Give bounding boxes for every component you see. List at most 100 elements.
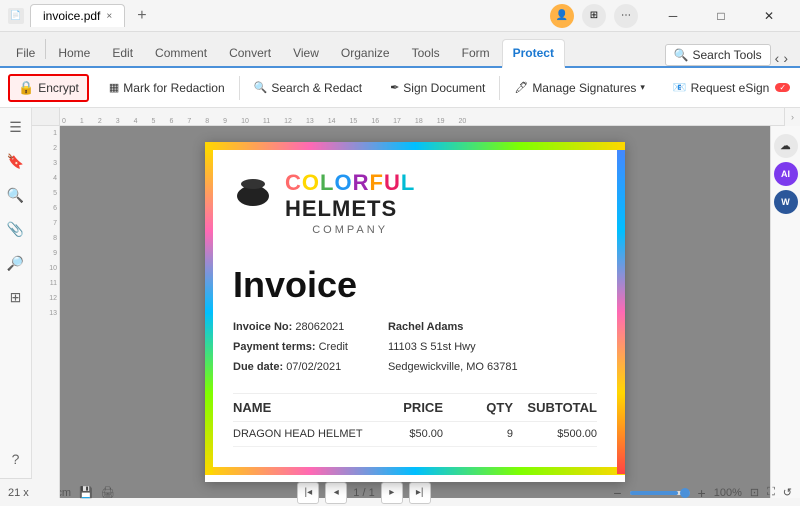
tab-protect[interactable]: Protect — [502, 39, 565, 68]
zoom-track — [630, 491, 690, 495]
save-icon[interactable]: 💾 — [79, 486, 93, 499]
table-header: NAME PRICE QTY SUBTOTAL — [233, 393, 597, 422]
rotate-icon[interactable]: ↺ — [783, 486, 792, 499]
tab-close-button[interactable]: × — [106, 11, 112, 22]
encrypt-group: 🔒 Encrypt — [8, 74, 89, 102]
prev-page-button[interactable]: ◂ — [325, 482, 347, 504]
encrypt-button[interactable]: 🔒 Encrypt — [8, 74, 89, 102]
grid-icon[interactable]: ⊞ — [582, 4, 606, 28]
tab-edit[interactable]: Edit — [102, 40, 143, 66]
ai-assistant-icon[interactable]: AI — [774, 162, 798, 186]
zoom-in-icon[interactable]: + — [698, 485, 706, 501]
tab-title: invoice.pdf — [43, 9, 100, 23]
pdf-content: COLORFUL HELMETS COMPANY Invoice Invoic — [221, 150, 609, 455]
scroll-right-arrow[interactable]: › — [784, 108, 800, 126]
close-button[interactable]: ✕ — [746, 0, 792, 32]
profile-icon[interactable]: 👤 — [550, 4, 574, 28]
ruler-mark: 0 — [62, 118, 66, 125]
company-name: COLORFUL HELMETS COMPANY — [285, 170, 415, 236]
zoom-thumb[interactable] — [680, 488, 690, 498]
dropdown-arrow-icon: ▾ — [640, 82, 645, 93]
search-tools-button[interactable]: 🔍 Search Tools — [665, 44, 771, 66]
pdf-page: COLORFUL HELMETS COMPANY Invoice Invoic — [205, 142, 625, 482]
last-page-button[interactable]: ▸| — [409, 482, 431, 504]
company-logo — [233, 174, 273, 216]
protect-toolbar: 🔒 Encrypt ▦ Mark for Redaction 🔍 Search … — [0, 68, 800, 108]
search-redact-button[interactable]: 🔍 Search & Redact — [246, 77, 370, 99]
ruler-mark: 2 — [98, 118, 102, 125]
left-sidebar: ☰ 🔖 🔍 📎 🔎 ⊞ ? — [0, 108, 32, 478]
tab-form[interactable]: Form — [452, 40, 500, 66]
horizontal-ruler: 0 1 2 3 4 5 6 7 8 9 10 11 12 13 14 15 16 — [60, 108, 784, 126]
ruler-mark: 17 — [393, 118, 401, 125]
table-row: DRAGON HEAD HELMET $50.00 9 $500.00 — [233, 422, 597, 447]
item-price: $50.00 — [373, 428, 443, 440]
settings-icon[interactable]: ⋯ — [614, 4, 638, 28]
print-icon[interactable]: 🖨 — [101, 486, 115, 499]
sidebar-icon-layers[interactable]: ⊞ — [5, 286, 27, 308]
redact-icon: ▦ — [109, 81, 119, 94]
nav-forward-button[interactable]: › — [783, 50, 788, 66]
tab-organize[interactable]: Organize — [331, 40, 400, 66]
vruler-mark: 5 — [53, 190, 57, 197]
next-page-button[interactable]: ▸ — [381, 482, 403, 504]
colorful-text: COLORFUL — [285, 170, 415, 196]
invoice-details: Invoice No: 28062021 Payment terms: Cred… — [233, 318, 597, 377]
ruler-mark: 11 — [263, 118, 270, 125]
toolbar-separator-2 — [239, 76, 240, 100]
customer-address1: 11103 S 51st Hwy — [388, 338, 518, 358]
fullscreen-icon[interactable]: ⛶ — [767, 486, 775, 499]
vruler-mark: 9 — [53, 250, 57, 257]
helmet-icon — [233, 174, 273, 210]
ruler-mark: 4 — [134, 118, 138, 125]
zoom-slider[interactable] — [630, 491, 690, 495]
ruler-mark: 7 — [187, 118, 191, 125]
company-text: COMPANY — [285, 224, 415, 236]
vruler-mark: 11 — [50, 280, 57, 287]
ruler-mark: 19 — [437, 118, 445, 125]
sidebar-icon-find[interactable]: 🔎 — [5, 252, 27, 274]
word-export-icon[interactable]: W — [774, 190, 798, 214]
pdf-right-border — [617, 150, 625, 474]
maximize-button[interactable]: □ — [698, 0, 744, 32]
new-tab-button[interactable]: + — [131, 5, 152, 27]
fit-page-icon[interactable]: ⊡ — [750, 486, 759, 499]
esign-group: 📧 Request eSign ✓ — [665, 77, 798, 99]
sidebar-icon-menu[interactable]: ☰ — [5, 116, 27, 138]
nav-back-button[interactable]: ‹ — [775, 50, 780, 66]
col-qty: QTY — [443, 400, 513, 415]
sidebar-icon-search[interactable]: 🔍 — [5, 184, 27, 206]
ruler-mark: 18 — [415, 118, 423, 125]
ruler-mark: 1 — [80, 118, 84, 125]
sidebar-icon-attachments[interactable]: 📎 — [5, 218, 27, 240]
sidebar-icon-help[interactable]: ? — [5, 448, 27, 470]
sidebar-icon-bookmark[interactable]: 🔖 — [5, 150, 27, 172]
sign-document-button[interactable]: ✒ Sign Document — [382, 77, 493, 99]
search-redact-icon: 🔍 — [254, 81, 268, 94]
ruler-mark: 14 — [328, 118, 336, 125]
tab-convert[interactable]: Convert — [219, 40, 281, 66]
tab-view[interactable]: View — [283, 40, 329, 66]
ruler-mark: 20 — [459, 118, 467, 125]
vruler-mark: 12 — [49, 295, 57, 302]
manage-signatures-button[interactable]: 🖊 Manage Signatures ▾ — [506, 77, 653, 99]
page-nav: |◂ ◂ 1 / 1 ▸ ▸| — [297, 482, 430, 504]
payment-terms-line: Payment terms: Credit — [233, 338, 348, 358]
ruler-mark: 12 — [284, 118, 292, 125]
tab-tools[interactable]: Tools — [402, 40, 450, 66]
mark-redaction-button[interactable]: ▦ Mark for Redaction — [101, 77, 233, 99]
ruler-mark: 3 — [116, 118, 120, 125]
first-page-button[interactable]: |◂ — [297, 482, 319, 504]
item-name: DRAGON HEAD HELMET — [233, 428, 373, 440]
tab-comment[interactable]: Comment — [145, 40, 217, 66]
status-left: 21 x 29.7 cm 💾 🖨 — [8, 486, 115, 499]
cloud-storage-icon[interactable]: ☁ — [774, 134, 798, 158]
tab-home[interactable]: Home — [48, 40, 100, 66]
zoom-out-icon[interactable]: − — [613, 485, 621, 501]
document-tab[interactable]: invoice.pdf × — [30, 4, 125, 27]
minimize-button[interactable]: ─ — [650, 0, 696, 32]
menu-file[interactable]: File — [8, 40, 43, 66]
request-esign-button[interactable]: 📧 Request eSign ✓ — [665, 77, 798, 99]
customer-name: Rachel Adams — [388, 318, 518, 338]
toolbar-separator-4 — [499, 76, 500, 100]
